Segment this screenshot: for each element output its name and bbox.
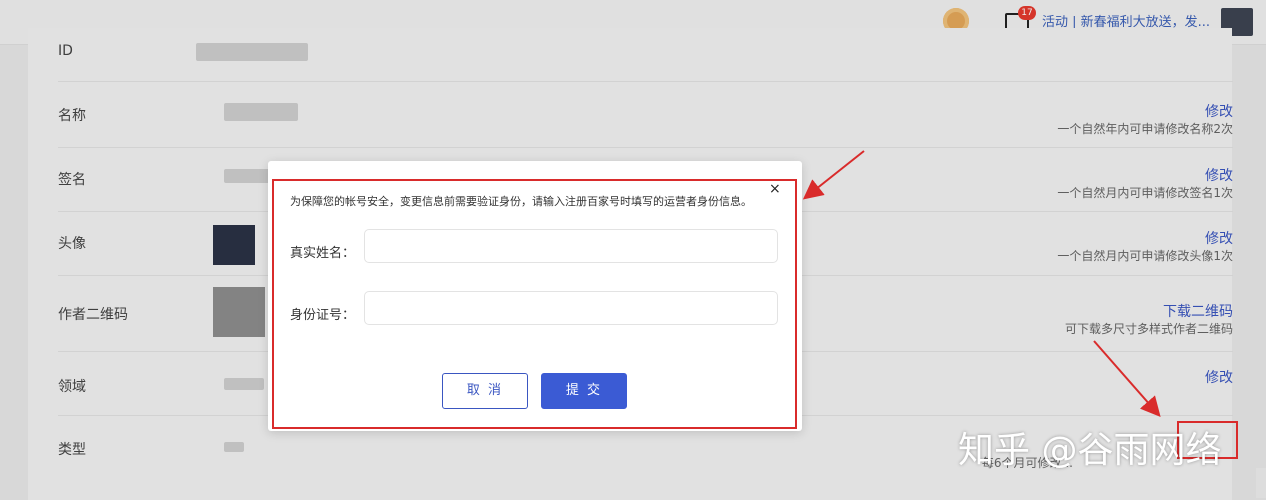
submit-button[interactable]: 提 交: [541, 373, 627, 409]
id-number-input[interactable]: [364, 291, 778, 325]
watermark-text: 知乎 @谷雨网络: [958, 430, 1222, 471]
real-name-input[interactable]: [364, 229, 778, 263]
id-number-label: 身份证号：: [290, 308, 356, 323]
dialog-description: 为保障您的帐号安全，变更信息前需要验证身份，请输入注册百家号时填写的运营者身份信…: [290, 195, 752, 208]
real-name-label: 真实姓名：: [290, 246, 356, 261]
cancel-button[interactable]: 取 消: [442, 373, 528, 409]
identity-verify-dialog: 为保障您的帐号安全，变更信息前需要验证身份，请输入注册百家号时填写的运营者身份信…: [268, 161, 802, 431]
page: 17 活动 | 新春福利大放送，发... ID 名称 修改 一个自然年内可申请修…: [0, 0, 1266, 500]
side-widget: [1256, 468, 1266, 498]
close-icon[interactable]: ×: [769, 181, 781, 197]
